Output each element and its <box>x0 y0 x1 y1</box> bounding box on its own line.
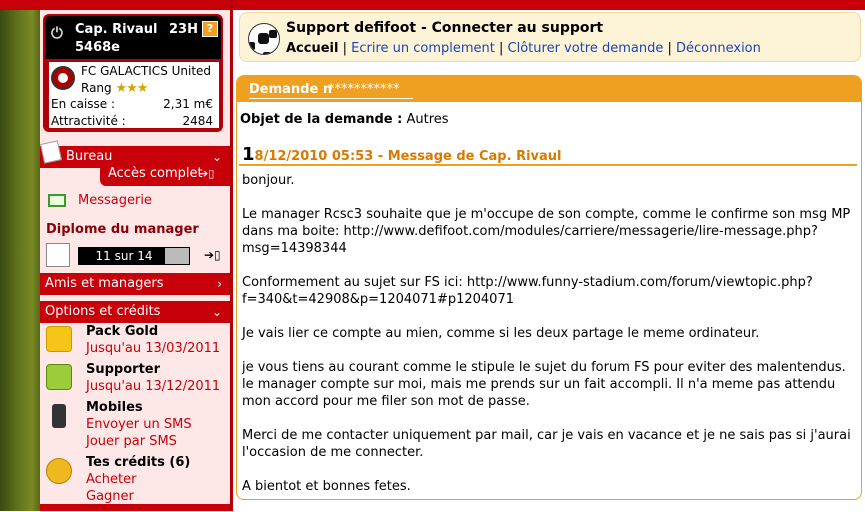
message-header: 18/12/2010 05:53 - Message de Cap. Rivau… <box>242 144 562 165</box>
message-paragraph: Merci de me contacter uniquement par mai… <box>242 428 851 460</box>
support-nav: Accueil | Ecrire un complement | Clôture… <box>286 41 761 56</box>
request-header: Demande n *********** <box>237 76 861 102</box>
grass-background <box>0 10 40 511</box>
arrow-doc-icon[interactable]: ➔▯ <box>204 248 221 262</box>
request-panel: Demande n *********** Objet de la demand… <box>236 75 862 500</box>
rank-label: Rang <box>81 81 112 95</box>
power-icon[interactable]: ⏻ <box>51 24 67 42</box>
help-icon[interactable]: ? <box>202 21 218 37</box>
acheter-link[interactable]: Acheter <box>86 472 137 487</box>
player-card: ⏻ Cap. Rivaul 23H ? 5468e FC GALACTICS U… <box>43 14 223 132</box>
supporter-card-icon <box>46 364 72 390</box>
diploma-icon <box>46 243 70 267</box>
options-header[interactable]: Options et crédits ⌄ <box>40 301 230 323</box>
jouer-sms-link[interactable]: Jouer par SMS <box>86 434 177 449</box>
mobiles-title: Mobiles <box>86 400 143 415</box>
message-paragraph: Le manager Rcsc3 souhaite que je m'occup… <box>242 207 851 256</box>
caisse-label: En caisse : <box>51 97 116 111</box>
club-logo-icon <box>51 66 75 90</box>
main-content: Support defifoot - Connecter au support … <box>233 10 865 511</box>
attractivite-row: Attractivité : 2484 <box>51 114 215 128</box>
support-title: Support defifoot - Connecter au support <box>286 20 604 36</box>
rank-stars-icon: ★★★ <box>115 81 148 96</box>
top-bar <box>0 0 865 10</box>
player-card-header: ⏻ Cap. Rivaul 23H ? 5468e <box>45 16 221 59</box>
attractivite-label: Attractivité : <box>51 114 126 128</box>
message-paragraph: bonjour. <box>242 173 295 188</box>
message-divider <box>239 164 857 166</box>
request-number: *********** <box>328 82 400 97</box>
paper-icon <box>40 140 62 164</box>
envoyer-sms-link[interactable]: Envoyer un SMS <box>86 417 192 432</box>
message-paragraph: A bientot et bonnes fetes. <box>242 479 411 494</box>
chevron-right-icon: › <box>217 277 222 291</box>
diploma-progress-bar: 11 sur 14 <box>78 247 190 265</box>
sidebar: ⏻ Cap. Rivaul 23H ? 5468e FC GALACTICS U… <box>40 10 230 511</box>
player-money: 5468e <box>75 40 120 55</box>
options-label: Options et crédits <box>45 304 161 319</box>
message-paragraph: je vous tiens au courant comme le stipul… <box>242 360 846 375</box>
request-title: Demande n <box>249 82 333 97</box>
support-header: Support defifoot - Connecter au support … <box>239 12 861 62</box>
player-name: Cap. Rivaul <box>75 22 158 37</box>
request-object: Objet de la demande : Autres <box>240 112 449 127</box>
nav-cloturer[interactable]: Clôturer votre demande <box>508 41 664 56</box>
acces-complet-label: Accès complet <box>108 166 203 181</box>
message-number: 1 <box>242 144 255 165</box>
attractivite-value: 2484 <box>182 114 213 128</box>
diploma-progress-text: 11 sur 14 <box>95 249 153 263</box>
gold-icon <box>46 326 72 352</box>
arrow-doc-icon: ➔▯ <box>199 167 215 180</box>
player-hour: 23H <box>169 22 198 37</box>
nav-deconnexion[interactable]: Déconnexion <box>676 41 761 56</box>
coin-icon <box>46 458 72 484</box>
club-name[interactable]: FC GALACTICS United <box>81 64 211 78</box>
pack-gold-title: Pack Gold <box>86 324 159 339</box>
club-info: FC GALACTICS United Rang ★★★ En caisse :… <box>49 62 219 128</box>
pack-gold-until: Jusqu'au 13/03/2011 <box>86 341 221 356</box>
diploma-title: Diplome du manager <box>46 222 199 237</box>
caisse-value: 2,31 m€ <box>163 97 213 111</box>
club-rank: Rang ★★★ <box>81 81 148 96</box>
envelope-icon <box>48 194 66 207</box>
message-body: bonjour. Le manager Rcsc3 souhaite que j… <box>242 172 857 512</box>
nav-ecrire[interactable]: Ecrire un complement <box>351 41 495 56</box>
mobile-phone-icon <box>52 404 66 428</box>
nav-accueil[interactable]: Accueil <box>286 41 338 56</box>
message-meta: 8/12/2010 05:53 - Message de Cap. Rivaul <box>254 149 562 164</box>
caisse-row: En caisse : 2,31 m€ <box>51 97 215 111</box>
acces-complet-button[interactable]: Accès complet ➔▯ <box>100 164 230 186</box>
supporter-title: Supporter <box>86 362 161 377</box>
credits-title: Tes crédits (6) <box>86 455 191 470</box>
sidebar-footer-bar <box>40 504 230 511</box>
chevron-down-icon: ⌄ <box>211 305 222 319</box>
football-icon <box>248 23 280 55</box>
object-label: Objet de la demande : <box>240 112 403 127</box>
message-paragraph: le manager compte sur moi, mais me prend… <box>242 377 836 409</box>
amis-header[interactable]: Amis et managers › <box>40 273 230 295</box>
amis-label: Amis et managers <box>45 276 164 291</box>
object-value: Autres <box>406 112 449 127</box>
message-paragraph: Je vais lier ce compte au mien, comme si… <box>242 326 760 341</box>
message-paragraph: Conformement au sujet sur FS ici: http:/… <box>242 275 813 307</box>
messagerie-link[interactable]: Messagerie <box>78 193 152 208</box>
gagner-link[interactable]: Gagner <box>86 489 134 504</box>
supporter-until: Jusqu'au 13/12/2011 <box>86 379 221 394</box>
